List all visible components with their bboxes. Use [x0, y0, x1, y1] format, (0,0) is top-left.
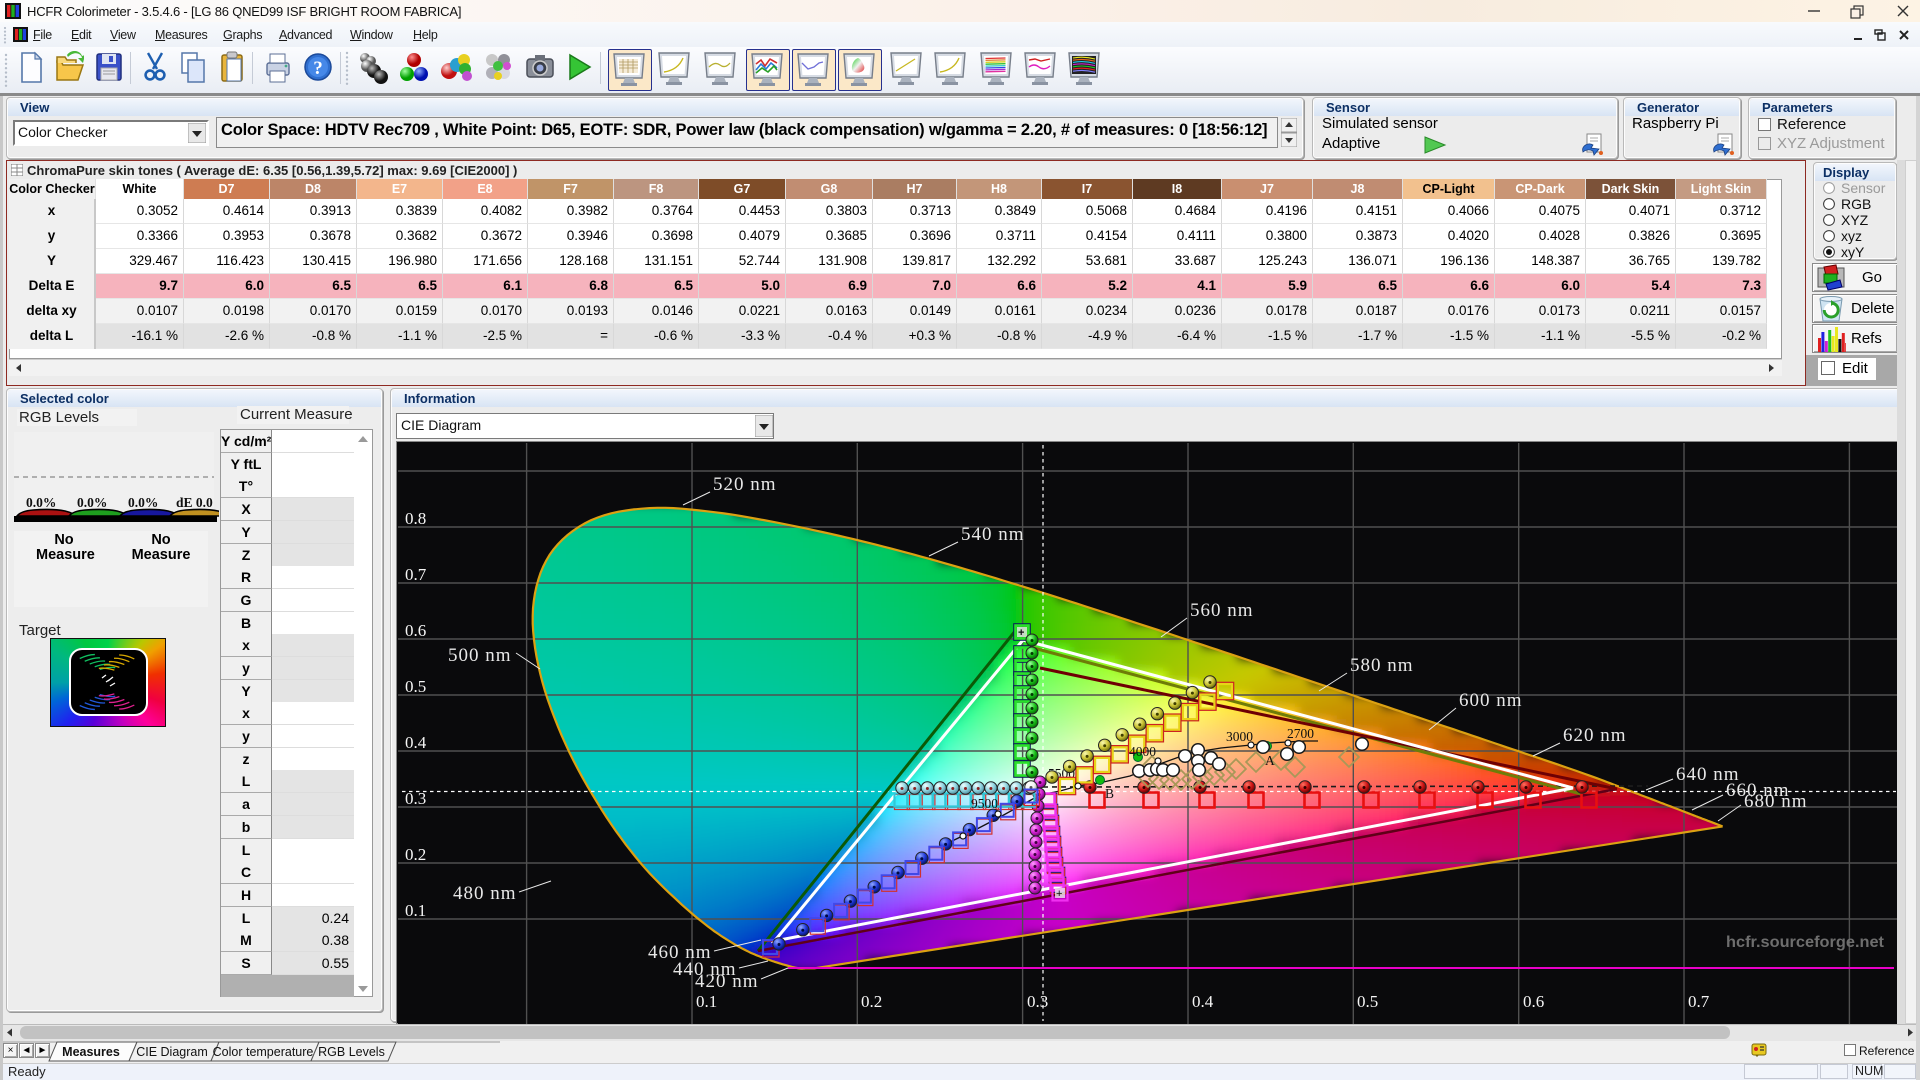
svg-text:520 nm: 520 nm: [713, 474, 777, 495]
svg-text:CIE Diagram: CIE Diagram: [136, 1045, 208, 1059]
svg-text:4000: 4000: [1129, 744, 1156, 759]
svg-text:RGB Levels: RGB Levels: [318, 1045, 385, 1059]
svg-text:0.3: 0.3: [405, 789, 426, 808]
svg-text:0.7: 0.7: [405, 565, 427, 584]
svg-text:0.2: 0.2: [405, 845, 426, 864]
svg-text:600 nm: 600 nm: [1459, 690, 1523, 711]
svg-text:?: ?: [313, 58, 323, 79]
svg-text:420 nm: 420 nm: [695, 971, 759, 992]
svg-text:Measures: Measures: [62, 1045, 120, 1059]
svg-text:0.5: 0.5: [405, 677, 426, 696]
svg-text:0.1: 0.1: [696, 992, 717, 1011]
svg-text:0.7: 0.7: [1688, 992, 1710, 1011]
svg-text:480 nm: 480 nm: [453, 883, 517, 904]
svg-text:0.6: 0.6: [1523, 992, 1544, 1011]
svg-text:540 nm: 540 nm: [961, 524, 1025, 545]
svg-text:2700: 2700: [1287, 726, 1314, 741]
svg-text:500 nm: 500 nm: [448, 645, 512, 666]
svg-text:680 nm: 680 nm: [1744, 791, 1808, 812]
svg-text:0.5: 0.5: [1357, 992, 1378, 1011]
svg-text:620 nm: 620 nm: [1563, 725, 1627, 746]
svg-text:0.6: 0.6: [405, 621, 426, 640]
svg-text:0.3: 0.3: [1027, 992, 1048, 1011]
svg-text:A: A: [1265, 753, 1275, 768]
svg-text:B: B: [1105, 786, 1114, 801]
svg-text:+: +: [1056, 888, 1062, 900]
svg-text:0.4: 0.4: [1192, 992, 1214, 1011]
svg-text:0.4: 0.4: [405, 733, 427, 752]
svg-text:9500: 9500: [971, 796, 998, 811]
svg-text:0.2: 0.2: [861, 992, 882, 1011]
svg-text:3000: 3000: [1226, 729, 1253, 744]
svg-text:560 nm: 560 nm: [1190, 600, 1254, 621]
svg-text:580 nm: 580 nm: [1350, 655, 1414, 676]
svg-text:0.1: 0.1: [405, 901, 426, 920]
svg-text:0.8: 0.8: [405, 509, 426, 528]
svg-text:hcfr.sourceforge.net: hcfr.sourceforge.net: [1726, 934, 1885, 951]
svg-text:Color temperature: Color temperature: [213, 1045, 314, 1059]
svg-text:+: +: [1018, 627, 1024, 639]
